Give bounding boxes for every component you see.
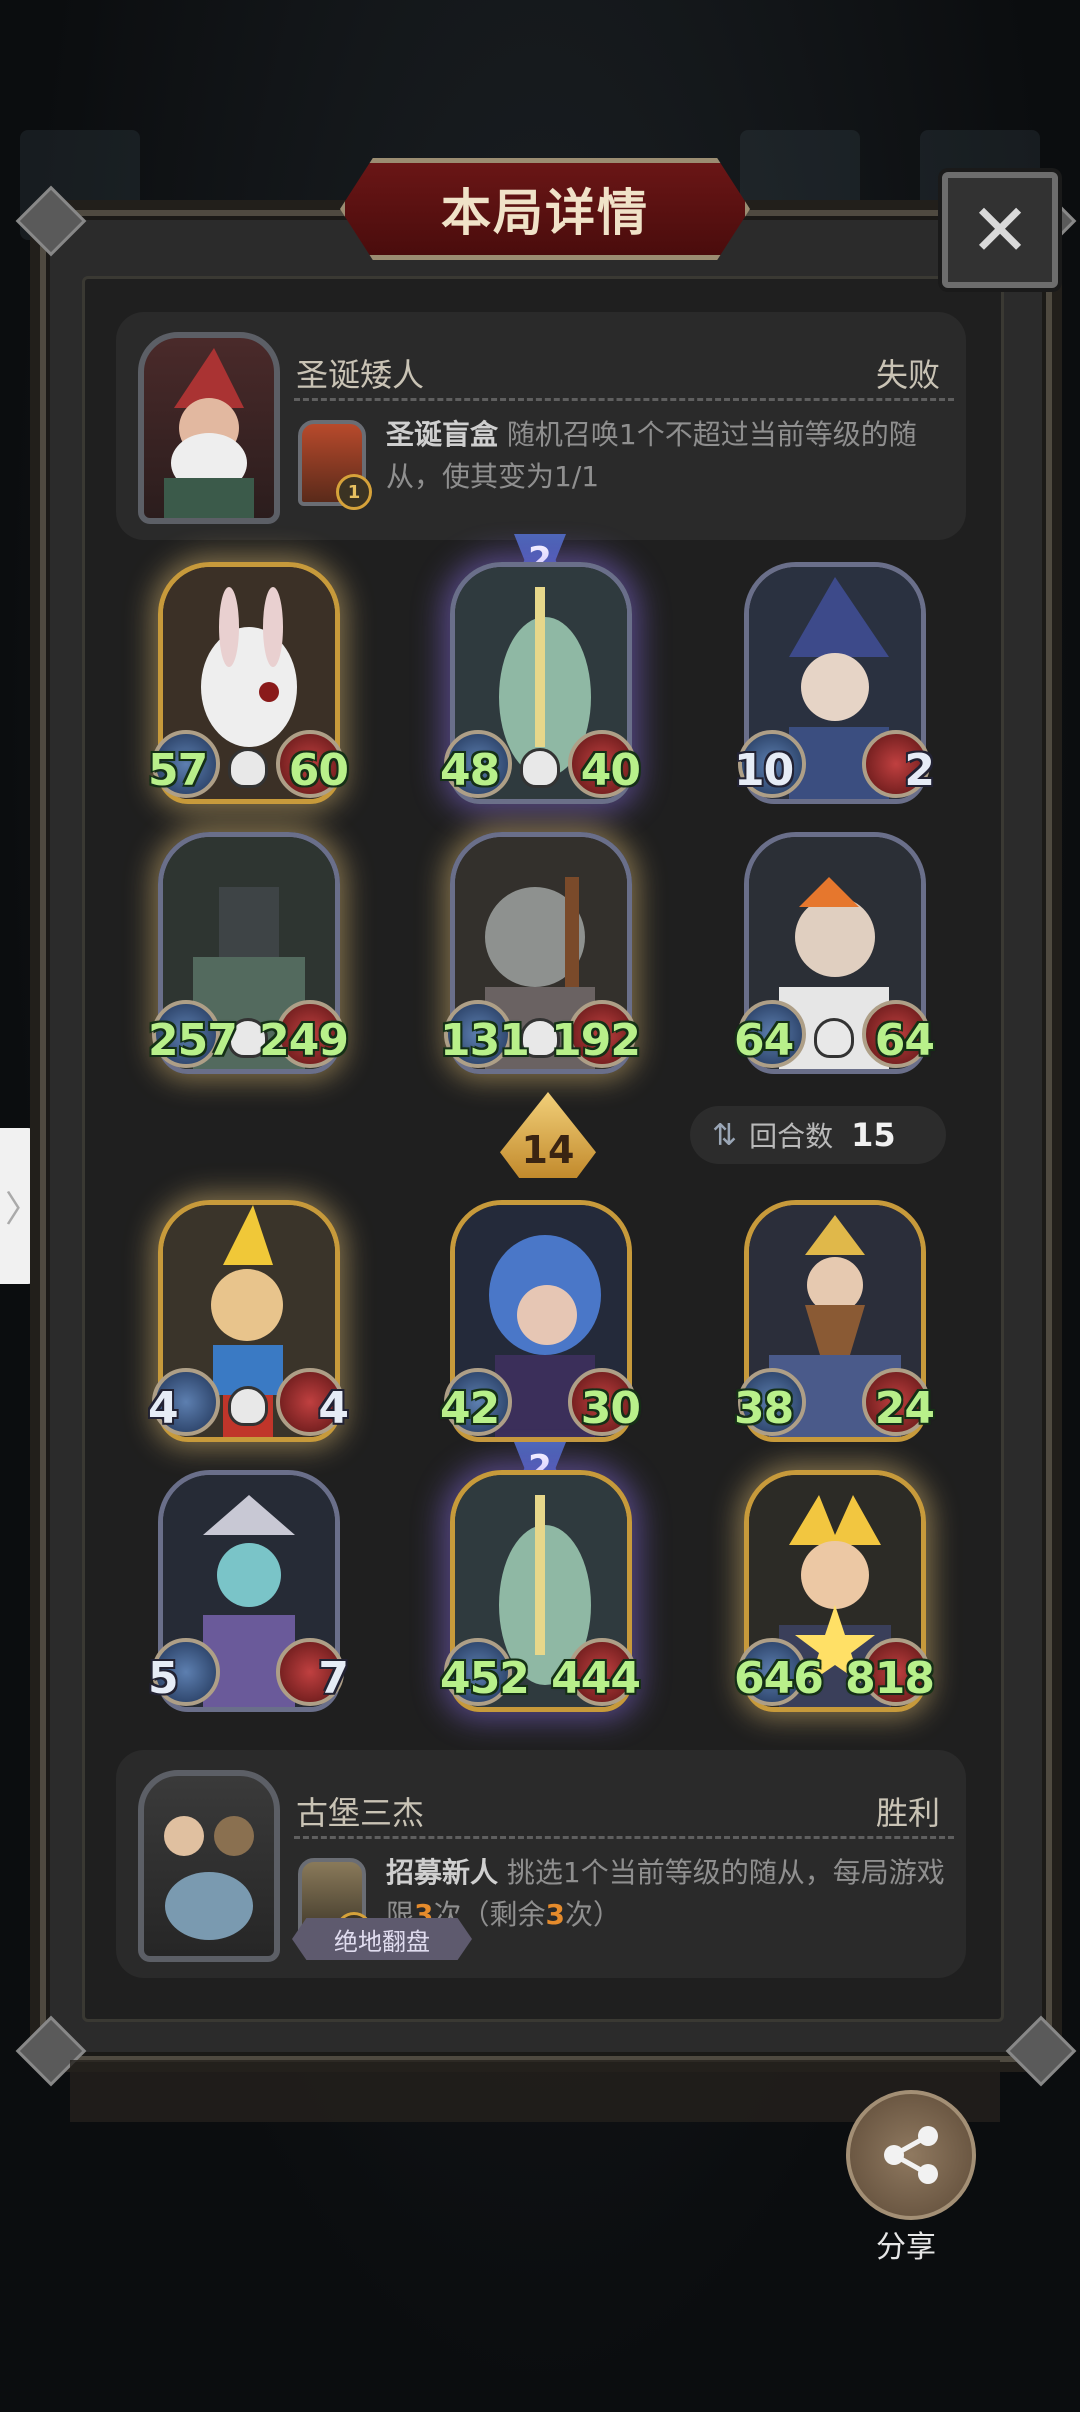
- minion-card[interactable]: 10 2: [734, 562, 935, 804]
- title-banner: 本局详情: [340, 158, 750, 260]
- skill-level-badge: 1: [336, 474, 372, 510]
- health-value: 64: [874, 1015, 935, 1066]
- skull-icon: [228, 748, 268, 788]
- health-value: 192: [551, 1015, 641, 1066]
- health-value: 4: [318, 1383, 349, 1434]
- attack-value: 131: [440, 1015, 530, 1066]
- minion-card[interactable]: 2 452 444: [440, 1442, 641, 1712]
- share-label: 分享: [876, 2230, 936, 2265]
- rounds-counter: ⇅ 回合数 15: [690, 1106, 946, 1164]
- opponent-result: 失败: [875, 356, 940, 394]
- health-value: 24: [874, 1383, 935, 1434]
- minion-card[interactable]: 131 192: [440, 832, 641, 1074]
- health-value: 2: [904, 745, 935, 796]
- health-value: 444: [551, 1653, 641, 1704]
- attack-value: 452: [440, 1653, 530, 1704]
- minion-card[interactable]: 42 30: [440, 1200, 641, 1442]
- attack-value: 38: [734, 1383, 794, 1434]
- minion-card[interactable]: 646 818: [734, 1470, 935, 1712]
- health-value: 60: [288, 745, 349, 796]
- attack-value: 257: [148, 1015, 238, 1066]
- health-value: 30: [580, 1383, 641, 1434]
- skull-icon: [520, 748, 560, 788]
- skill-desc: 次）: [565, 1898, 622, 1931]
- attack-value: 646: [734, 1653, 824, 1704]
- minion-card[interactable]: 57 60: [148, 562, 349, 804]
- player-avatar: [138, 1770, 280, 1962]
- skill-name: 招募新人: [386, 1856, 499, 1889]
- chevron-right-icon: 〉: [4, 1189, 41, 1230]
- share-icon: [884, 2126, 938, 2184]
- rounds-value: 15: [851, 1116, 896, 1154]
- minion-card[interactable]: 5 7: [148, 1470, 349, 1712]
- health-value: 40: [580, 745, 641, 796]
- player-result: 胜利: [875, 1794, 940, 1832]
- minion-card[interactable]: 257 249: [148, 832, 349, 1074]
- close-button[interactable]: ✕: [942, 172, 1058, 288]
- attack-value: 42: [440, 1383, 500, 1434]
- opponent-info: 圣诞矮人 失败 1 圣诞盲盒 随机召唤1个不超过当前等级的随从，使其变为1/1: [116, 312, 966, 540]
- minion-card[interactable]: 4 4: [148, 1200, 349, 1442]
- skill-desc-highlight: 3: [545, 1898, 565, 1931]
- health-value: 249: [259, 1015, 349, 1066]
- share-button[interactable]: [846, 2090, 976, 2220]
- skill-name: 圣诞盲盒: [386, 418, 499, 451]
- hero-skill-icon[interactable]: 1: [298, 420, 372, 510]
- health-value: 7: [318, 1653, 349, 1704]
- player-name: 古堡三杰: [296, 1794, 425, 1832]
- opponent-name: 圣诞矮人: [296, 356, 425, 394]
- tavern-level: 14: [521, 1128, 575, 1172]
- player-info: 古堡三杰 胜利 1 招募新人 挑选1个当前等级的随从，每局游戏限3次（剩余3次）…: [116, 1750, 966, 1978]
- attack-value: 64: [734, 1015, 794, 1066]
- minion-card[interactable]: 2 48 40: [440, 534, 641, 804]
- divider: [294, 1836, 954, 1839]
- minion-card[interactable]: 38 24: [734, 1200, 935, 1442]
- skill-description: 招募新人 挑选1个当前等级的随从，每局游戏限3次（剩余3次）: [386, 1852, 946, 1936]
- minion-card[interactable]: 64 64: [734, 832, 935, 1074]
- skull-icon: [814, 1018, 854, 1058]
- skill-description: 圣诞盲盒 随机召唤1个不超过当前等级的随从，使其变为1/1: [386, 414, 946, 498]
- rounds-label: 回合数: [749, 1120, 834, 1153]
- health-value: 818: [845, 1653, 935, 1704]
- attack-value: 10: [734, 745, 794, 796]
- attack-value: 4: [148, 1383, 179, 1434]
- attack-value: 48: [440, 745, 500, 796]
- attack-value: 57: [148, 745, 208, 796]
- close-icon: ✕: [969, 188, 1031, 272]
- divider: [294, 398, 954, 401]
- skull-icon: [228, 1386, 268, 1426]
- achievement-tag: 绝地翻盘: [292, 1918, 472, 1960]
- page-title: 本局详情: [441, 184, 649, 242]
- attack-value: 5: [148, 1653, 179, 1704]
- opponent-avatar: [138, 332, 280, 524]
- refresh-icon: ⇅: [712, 1117, 738, 1153]
